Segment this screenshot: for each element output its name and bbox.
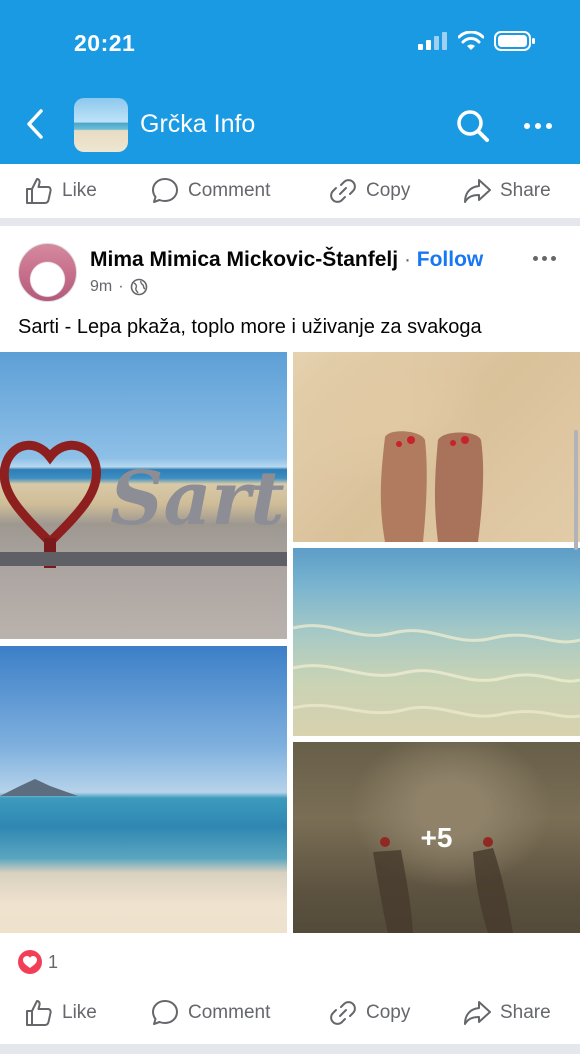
comment-icon — [152, 178, 178, 203]
chevron-left-icon — [27, 109, 43, 139]
post-actions: Like Comment Copy Share — [0, 986, 580, 1040]
reaction-count: 1 — [48, 951, 59, 972]
back-button[interactable] — [20, 106, 50, 142]
globe-icon — [130, 278, 147, 296]
share-label: Share — [500, 1002, 551, 1023]
post-caption: Sarti - Lepa pkaža, toplo more i uživanj… — [18, 316, 482, 338]
comment-label: Comment — [188, 1002, 271, 1023]
follow-button[interactable]: Follow — [417, 248, 484, 271]
reactions-summary[interactable]: 1 — [18, 950, 58, 974]
signal-icon — [418, 32, 447, 50]
share-button[interactable]: Share — [462, 998, 551, 1028]
search-icon — [457, 110, 489, 142]
post-meta: 9m · — [90, 278, 148, 296]
meta-separator: · — [118, 278, 124, 295]
more-photos-overlay[interactable]: +5 — [293, 742, 580, 933]
avatar[interactable] — [18, 243, 77, 302]
author-name[interactable]: Mima Mimica Mickovic-Štanfelj — [90, 248, 398, 271]
more-dot — [546, 123, 552, 129]
status-time: 20:21 — [74, 30, 136, 56]
app-header: 20:21 Grčka Info — [0, 0, 580, 164]
thumbs-up-icon — [26, 178, 52, 204]
group-title[interactable]: Grčka Info — [140, 110, 255, 139]
like-label: Like — [62, 1002, 97, 1023]
mountain-graphic — [0, 779, 78, 796]
thumbs-up-icon — [26, 1000, 52, 1026]
feet-graphic — [380, 431, 484, 542]
like-label: Like — [62, 180, 97, 201]
more-dot — [524, 123, 530, 129]
more-options-button[interactable] — [518, 108, 558, 144]
photo-feet-sand[interactable] — [293, 352, 580, 542]
nav-bar: Grčka Info — [0, 96, 580, 154]
status-icons — [418, 30, 536, 52]
copy-button[interactable]: Copy — [328, 176, 410, 206]
share-button[interactable]: Share — [462, 176, 551, 206]
post-options-button[interactable] — [533, 256, 556, 261]
more-dot — [542, 256, 547, 261]
copy-label: Copy — [366, 180, 411, 201]
share-icon — [464, 179, 491, 203]
battery-icon — [494, 31, 535, 51]
share-icon — [464, 1001, 491, 1025]
copy-label: Copy — [366, 1002, 411, 1023]
more-dot — [535, 123, 541, 129]
separator-dot: · — [403, 248, 411, 271]
share-label: Share — [500, 180, 551, 201]
comment-button[interactable]: Comment — [150, 176, 270, 206]
post-author-line: Mima Mimica Mickovic-Štanfelj · Follow — [90, 248, 483, 272]
heart-sign-graphic: Sarti — [0, 440, 287, 568]
more-dot — [533, 256, 538, 261]
more-dot — [551, 256, 556, 261]
photo-clear-water[interactable] — [293, 548, 580, 736]
post-card: Mima Mimica Mickovic-Štanfelj · Follow 9… — [0, 226, 580, 1044]
copy-button[interactable]: Copy — [328, 998, 410, 1028]
like-button[interactable]: Like — [24, 998, 97, 1028]
previous-post-actions: Like Comment Copy Share — [0, 164, 580, 218]
wifi-icon — [458, 31, 484, 50]
comment-button[interactable]: Comment — [150, 998, 270, 1028]
comment-icon — [152, 1000, 178, 1025]
post-time[interactable]: 9m — [90, 278, 112, 296]
like-button[interactable]: Like — [24, 176, 97, 206]
heart-icon — [23, 955, 37, 968]
feed-divider — [0, 218, 580, 226]
link-icon — [330, 179, 356, 203]
search-button[interactable] — [455, 108, 491, 144]
photo-beach-sea[interactable] — [0, 646, 287, 933]
svg-text:Sarti: Sarti — [110, 456, 287, 542]
water-ripples-graphic — [293, 624, 580, 719]
group-thumbnail[interactable] — [74, 98, 128, 152]
comment-label: Comment — [188, 180, 271, 201]
link-icon — [330, 1001, 356, 1025]
photo-sarti-sign[interactable]: Sarti — [0, 352, 287, 639]
love-reaction-icon — [18, 950, 42, 974]
scrollbar[interactable] — [574, 430, 578, 550]
